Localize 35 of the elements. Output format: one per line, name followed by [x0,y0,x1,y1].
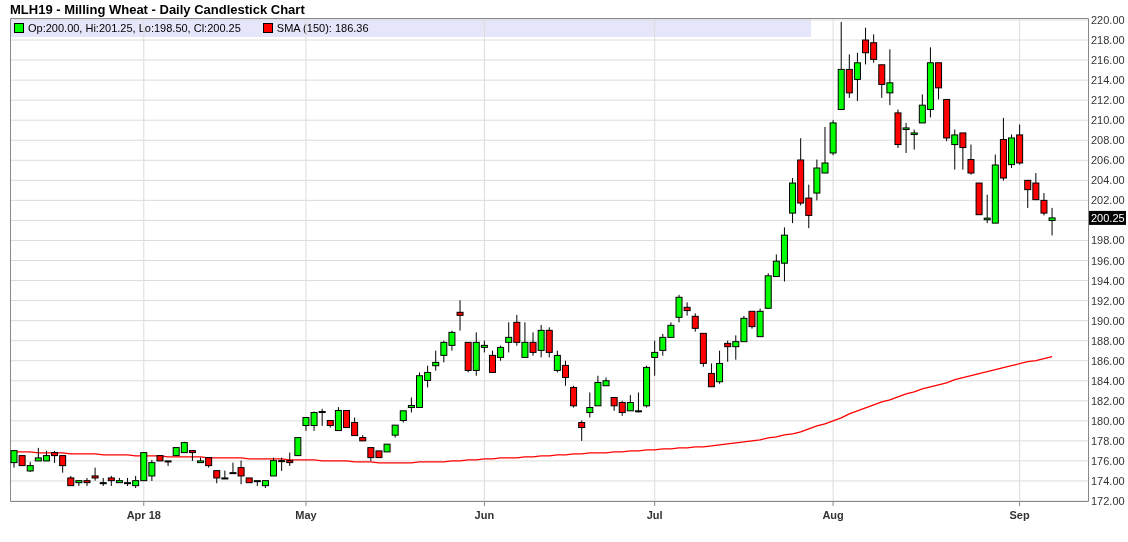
legend-swatch [14,22,24,33]
axis-tick-label: May [295,509,317,521]
axis-tick-label: 192.00 [1091,294,1125,307]
axis-tick-label: 182.00 [1091,394,1125,407]
axis-tick-label: 220.00 [1091,14,1125,26]
axis-tick-label: 184.00 [1091,374,1125,387]
axis-tick-label: 212.00 [1091,94,1125,107]
axis-tick-label: 216.00 [1091,54,1125,67]
axis-tick-label: 174.00 [1091,474,1125,487]
axis-tick-label: 208.00 [1091,134,1125,147]
axis-tick-label: 214.00 [1091,74,1125,87]
chart-title: MLH19 - Milling Wheat - Daily Candlestick Chart [9,1,306,18]
axis-tick-label: 206.00 [1091,154,1125,167]
legend-label: Op:200.00, Hi:201.25, Lo:198.50, Cl:200.25 [28,21,241,34]
axis-tick-label: Sep [1009,509,1030,521]
axis-tick-label: 190.00 [1091,314,1125,327]
legend-label: SMA (150): 186.36 [276,21,369,34]
axis-tick-label: Jun [474,509,495,521]
axis-tick-label: 194.00 [1091,274,1125,287]
axis-tick-label: 198.00 [1091,234,1125,247]
axis-tick-label: 202.00 [1091,194,1125,207]
axis-tick-label: 196.00 [1091,254,1125,267]
axis-tick-label: 188.00 [1091,334,1125,347]
axis-tick-label: Apr 18 [126,509,161,521]
axis-tick-label: Jul [646,509,663,521]
axis-tick-label: 172.00 [1091,495,1125,507]
price-marker: 200.25 [1089,210,1126,225]
axis-tick-label: Aug [822,509,844,521]
axis-tick-label: 218.00 [1091,34,1125,47]
axis-tick-label: 186.00 [1091,354,1125,367]
axis-tick-label: 210.00 [1091,114,1125,127]
axis-tick-label: 180.00 [1091,414,1125,427]
axis-tick-label: 176.00 [1091,454,1125,467]
axis-tick-label: 178.00 [1091,434,1125,447]
axis-tick-label: 204.00 [1091,174,1125,187]
